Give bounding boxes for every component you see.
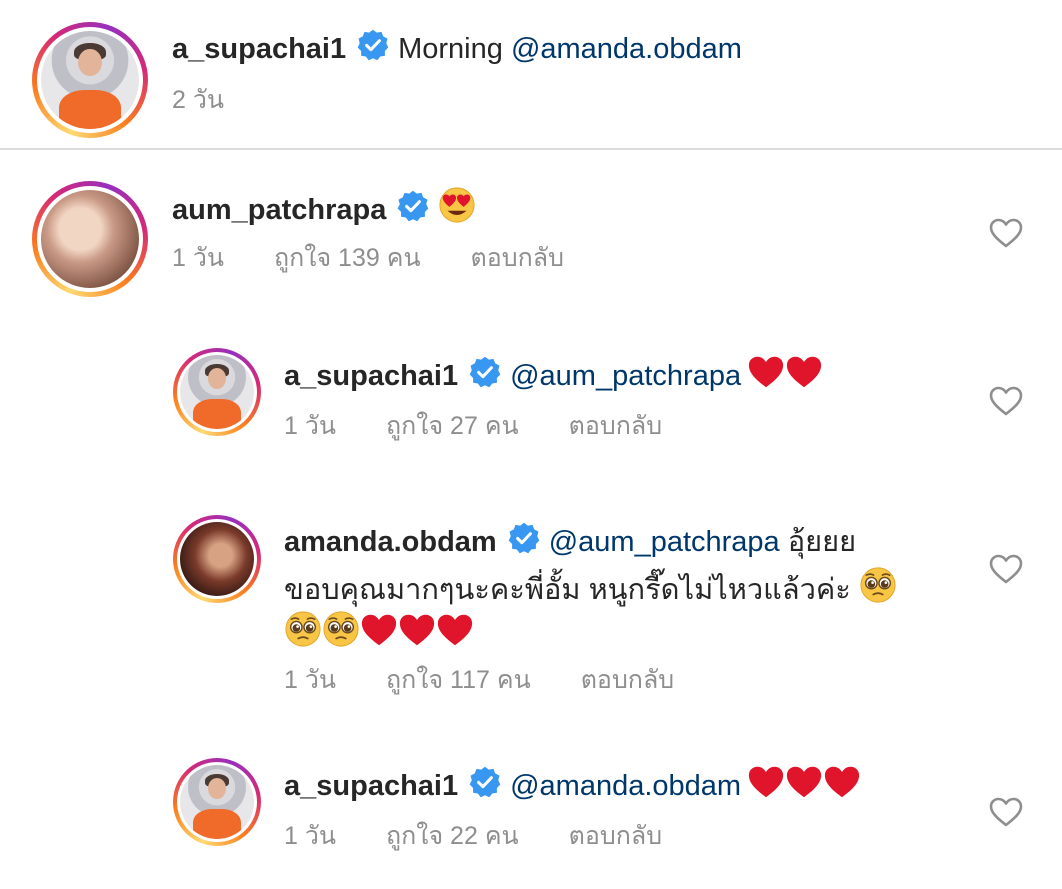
like-heart-icon[interactable] xyxy=(989,797,1023,827)
likes-count[interactable]: ถูกใจ 139 คน xyxy=(274,244,421,272)
avatar-image xyxy=(180,765,254,839)
likes-count[interactable]: ถูกใจ 117 คน xyxy=(386,666,531,694)
username[interactable]: a_supachai1 xyxy=(284,770,458,802)
pleading-face-emoji xyxy=(284,610,322,648)
heart-emoji xyxy=(747,764,785,800)
reply-button[interactable]: ตอบกลับ xyxy=(569,412,662,440)
avatar[interactable] xyxy=(173,758,261,846)
mention-link[interactable]: @aum_patchrapa xyxy=(510,360,741,392)
heart-emoji xyxy=(360,612,398,648)
timestamp: 1 วัน xyxy=(284,412,336,440)
pleading-face-emoji xyxy=(859,566,897,604)
avatar[interactable] xyxy=(173,348,261,436)
likes-count[interactable]: ถูกใจ 22 คน xyxy=(386,822,519,850)
verified-badge-icon xyxy=(507,521,541,555)
username[interactable]: amanda.obdam xyxy=(284,526,497,558)
verified-badge-icon xyxy=(468,355,502,389)
timestamp: 1 วัน xyxy=(172,244,224,272)
reply-button[interactable]: ตอบกลับ xyxy=(581,666,674,694)
heart-emoji xyxy=(785,354,823,390)
avatar-image xyxy=(41,190,139,288)
caption-text: Morning xyxy=(398,33,511,65)
comment-text: อุ้ยยย xyxy=(779,526,857,558)
username[interactable]: a_supachai1 xyxy=(284,360,458,392)
reply-button[interactable]: ตอบกลับ xyxy=(569,822,662,850)
verified-badge-icon xyxy=(396,189,430,223)
heart-emoji xyxy=(398,612,436,648)
mention-link[interactable]: @aum_patchrapa xyxy=(549,526,780,558)
mention-link[interactable]: @amanda.obdam xyxy=(510,770,741,802)
divider xyxy=(0,148,1062,150)
avatar[interactable] xyxy=(32,22,148,138)
username[interactable]: aum_patchrapa xyxy=(172,194,386,226)
like-heart-icon[interactable] xyxy=(989,218,1023,248)
avatar[interactable] xyxy=(32,181,148,297)
verified-badge-icon xyxy=(356,28,390,62)
mention-link[interactable]: @amanda.obdam xyxy=(511,33,742,65)
timestamp: 2 วัน xyxy=(172,86,224,114)
heart-emoji xyxy=(747,354,785,390)
like-heart-icon[interactable] xyxy=(989,386,1023,416)
avatar[interactable] xyxy=(173,515,261,603)
pleading-face-emoji xyxy=(322,610,360,648)
heart-emoji xyxy=(785,764,823,800)
heart-eyes-emoji xyxy=(438,186,476,224)
likes-count[interactable]: ถูกใจ 27 คน xyxy=(386,412,519,440)
timestamp: 1 วัน xyxy=(284,822,336,850)
username[interactable]: a_supachai1 xyxy=(172,33,346,65)
heart-emoji xyxy=(823,764,861,800)
comment-text-line: ขอบคุณมากๆนะคะพี่อั้ม หนูกรี๊ดไม่ไหวแล้ว… xyxy=(284,574,851,606)
verified-badge-icon xyxy=(468,765,502,799)
avatar-image xyxy=(180,355,254,429)
heart-emoji xyxy=(436,612,474,648)
avatar-image xyxy=(41,31,139,129)
like-heart-icon[interactable] xyxy=(989,554,1023,584)
avatar-image xyxy=(180,522,254,596)
timestamp: 1 วัน xyxy=(284,666,336,694)
reply-button[interactable]: ตอบกลับ xyxy=(471,244,564,272)
